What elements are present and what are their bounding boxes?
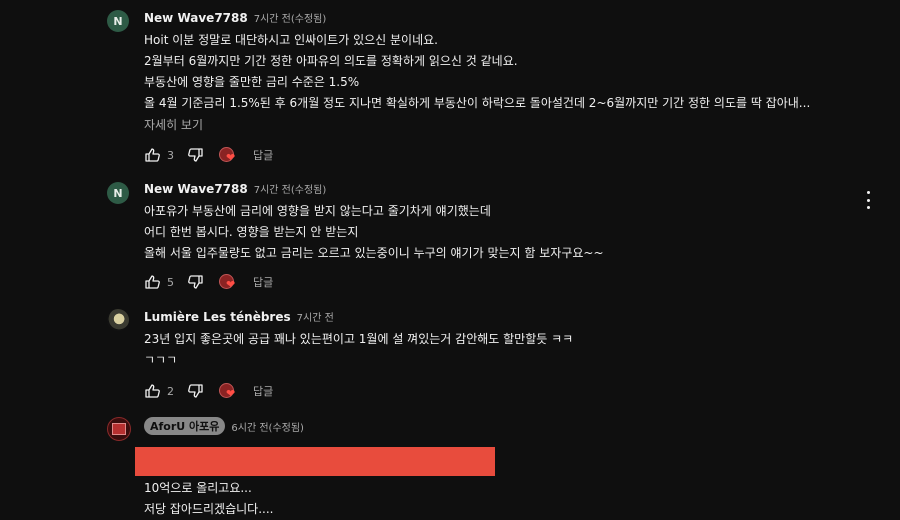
avatar[interactable] (107, 417, 131, 441)
comment-line: 올해 서울 입주물량도 없고 금리는 오르고 있는중이니 누구의 얘기가 맞는지… (144, 246, 604, 260)
comment-line: Hoit 이분 정말로 대단하시고 인싸이트가 있으신 분이네요. (144, 33, 438, 47)
comment-header: Lumière Les ténèbres 7시간 전 (144, 309, 334, 325)
comment-time[interactable]: 7시간 전(수정됨) (254, 10, 327, 25)
comment-header: New Wave7788 7시간 전(수정됨) (144, 181, 327, 197)
creator-heart-icon: ❤ (219, 147, 237, 163)
more-vert-icon[interactable] (863, 191, 873, 209)
like-count: 3 (167, 148, 174, 162)
comment-line: ㄱㄱㄱ (144, 353, 178, 367)
avatar[interactable] (107, 309, 129, 331)
comment-line: 아포유가 부동산에 금리에 영향을 받지 않는다고 줄기차게 얘기했는데 (144, 204, 491, 218)
comment-actions: 5 ❤ 답글 (144, 274, 273, 290)
heart-icon: ❤ (226, 151, 236, 164)
creator-heart-icon: ❤ (219, 274, 237, 290)
creator-heart-icon: ❤ (219, 383, 237, 399)
like-count: 5 (167, 275, 174, 289)
comment-line: 올 4월 기준금리 1.5%된 후 6개월 정도 지나면 확실하게 부동산이 하… (144, 96, 811, 110)
reply-button[interactable]: 답글 (253, 274, 273, 290)
thumb-down-icon[interactable] (187, 147, 203, 163)
read-more-link[interactable]: 자세히 보기 (144, 116, 203, 133)
comment-text: 아포유가 부동산에 금리에 영향을 받지 않는다고 줄기차게 얘기했는데 어디 … (144, 201, 604, 264)
channel-owner-badge[interactable]: AforU 아포유 (144, 417, 226, 435)
comment-line: 2월부터 6월까지만 기간 정한 아파유의 의도를 정확하게 읽으신 것 같네요… (144, 54, 518, 68)
avatar[interactable]: N (107, 182, 129, 204)
comment-header: AforU 아포유 6시간 전(수정됨) (144, 417, 304, 435)
heart-icon: ❤ (226, 387, 236, 400)
author-name[interactable]: New Wave7788 (144, 11, 248, 25)
thumb-up-icon[interactable] (144, 274, 160, 290)
channel-logo (112, 423, 126, 435)
comment-time[interactable]: 6시간 전(수정됨) (231, 419, 304, 434)
comment-time[interactable]: 7시간 전 (297, 309, 334, 324)
thumb-up-icon[interactable] (144, 383, 160, 399)
comment-line: 부동산에 영향을 줄만한 금리 수준은 1.5% (144, 75, 360, 89)
redaction-box (135, 447, 495, 476)
comment-text: 23년 입지 좋은곳에 공급 꽤나 있는편이고 1월에 설 껴있는거 감안해도 … (144, 329, 573, 371)
comment-line: 어디 한번 봅시다. 영향을 받는지 안 받는지 (144, 225, 359, 239)
comment-time[interactable]: 7시간 전(수정됨) (254, 181, 327, 196)
comment-actions: 2 ❤ 답글 (144, 383, 273, 399)
comment-text: 10억으로 올리고요... 저당 잡아드리겠습니다.... (144, 478, 273, 520)
author-name[interactable]: Lumière Les ténèbres (144, 310, 291, 324)
comment-actions: 3 ❤ 답글 (144, 147, 273, 163)
reply-button[interactable]: 답글 (253, 383, 273, 399)
comment-line: 10억으로 올리고요... (144, 481, 252, 495)
thumb-down-icon[interactable] (187, 274, 203, 290)
comment-line: 23년 입지 좋은곳에 공급 꽤나 있는편이고 1월에 설 껴있는거 감안해도 … (144, 332, 574, 346)
comment-text: Hoit 이분 정말로 대단하시고 인싸이트가 있으신 분이네요. 2월부터 6… (144, 30, 810, 114)
avatar[interactable]: N (107, 10, 129, 32)
heart-icon: ❤ (226, 278, 236, 291)
reply-button[interactable]: 답글 (253, 147, 273, 163)
thumb-down-icon[interactable] (187, 383, 203, 399)
comment-header: New Wave7788 7시간 전(수정됨) (144, 10, 327, 26)
like-count: 2 (167, 384, 174, 398)
author-name[interactable]: New Wave7788 (144, 182, 248, 196)
thumb-up-icon[interactable] (144, 147, 160, 163)
